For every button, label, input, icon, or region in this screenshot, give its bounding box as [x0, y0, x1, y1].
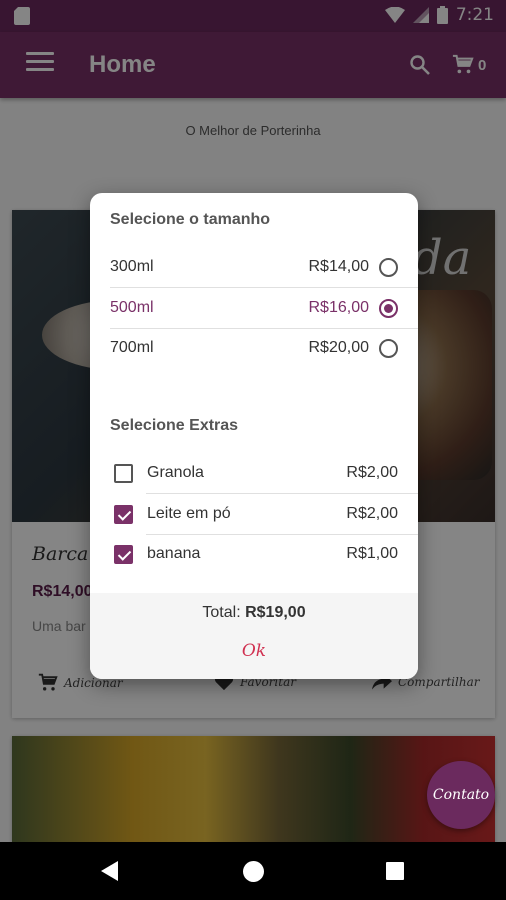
system-nav-bar [0, 842, 506, 900]
checkbox-leite-em-po[interactable] [114, 504, 133, 524]
extras-section-title: Selecione Extras [110, 417, 239, 434]
contact-fab[interactable]: Contato [427, 761, 495, 829]
size-option-500ml[interactable]: 500ml R$16,00 [110, 288, 398, 328]
order-total: Total: R$19,00 [202, 604, 306, 621]
size-option-700ml[interactable]: 700ml R$20,00 [110, 328, 398, 368]
extra-option-banana[interactable]: banana R$1,00 [114, 534, 398, 574]
recent-apps-icon[interactable] [386, 862, 404, 880]
radio-700ml[interactable] [379, 338, 398, 358]
options-dialog: Selecione o tamanho 300ml R$14,00 500ml … [90, 193, 418, 679]
ok-button[interactable]: Ok [224, 637, 284, 665]
radio-300ml[interactable] [379, 257, 398, 277]
extra-option-leite-em-po[interactable]: Leite em pó R$2,00 [114, 494, 398, 534]
checkbox-banana[interactable] [114, 544, 133, 564]
size-option-300ml[interactable]: 300ml R$14,00 [110, 247, 398, 287]
dialog-footer: Total: R$19,00 Ok [90, 593, 418, 679]
extra-option-granola[interactable]: Granola R$2,00 [114, 453, 398, 493]
total-value: R$19,00 [245, 604, 306, 621]
home-icon[interactable] [243, 861, 264, 882]
size-section-title: Selecione o tamanho [110, 211, 271, 228]
radio-500ml[interactable] [379, 298, 398, 318]
back-icon[interactable] [101, 861, 118, 881]
checkbox-granola[interactable] [114, 463, 133, 483]
